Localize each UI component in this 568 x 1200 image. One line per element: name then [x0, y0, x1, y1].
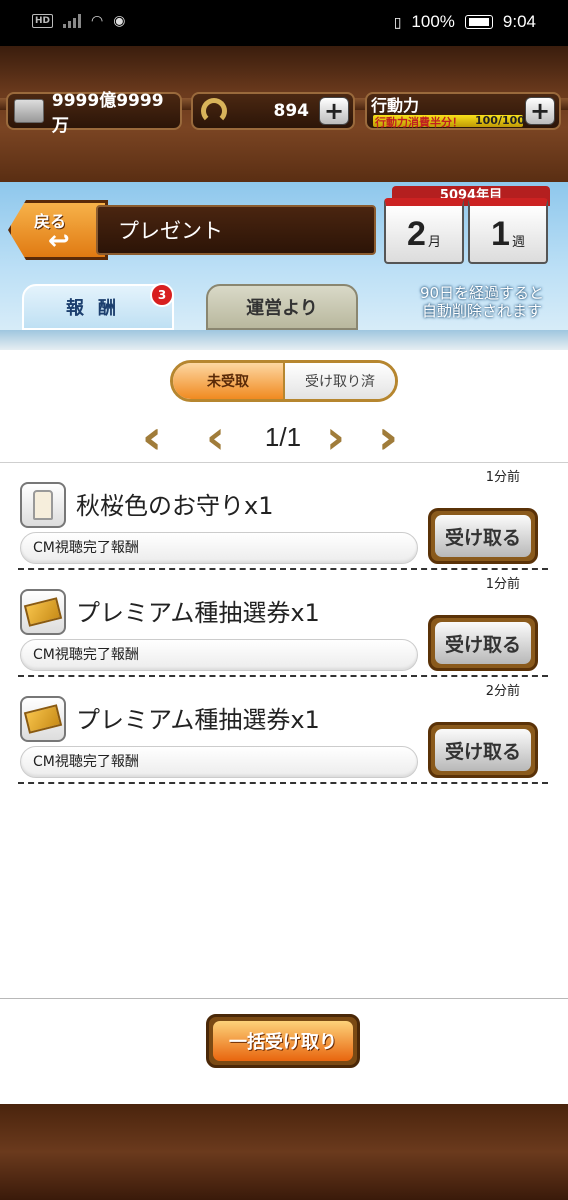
- receive-button-label: 受け取る: [435, 622, 531, 664]
- ticket-icon: [20, 696, 66, 742]
- ticket-icon: [20, 589, 66, 635]
- action-points-display: 行動力 行動力消費半分！ 100/100 +: [365, 92, 561, 130]
- tab-reward-label: 報酬: [66, 298, 130, 319]
- status-right: ▯ 100% 9:04: [394, 12, 536, 32]
- list-item: 1分前 秋桜色のお守りx1 CM視聴完了報酬 受け取る: [0, 464, 568, 570]
- pager: ‹‹ ‹ 1/1 › ››: [0, 414, 568, 460]
- battery-icon: [464, 15, 493, 29]
- ap-value: 100/100: [475, 114, 525, 127]
- last-page-icon[interactable]: ››: [378, 414, 397, 460]
- item-separator: [18, 782, 548, 784]
- receive-button[interactable]: 受け取る: [428, 508, 538, 564]
- clock: 9:04: [502, 12, 536, 31]
- wifi-icon: ◠: [91, 13, 104, 29]
- hd-icon: HD: [32, 14, 54, 28]
- money-value: 9999億9999万: [51, 91, 164, 136]
- auto-delete-note: 90日を経過すると 自動削除されます: [419, 284, 545, 320]
- calendar-week: 1 週: [468, 198, 548, 264]
- receive-button-label: 受け取る: [435, 729, 531, 771]
- horseshoe-value: 894: [273, 101, 310, 121]
- panel-edge: [0, 330, 568, 350]
- list-top-divider: [0, 462, 568, 463]
- item-name: プレミアム種抽選券x1: [76, 706, 320, 734]
- item-desc: CM視聴完了報酬: [20, 639, 418, 671]
- footer-divider: [0, 998, 568, 999]
- month-unit: 月: [427, 235, 441, 250]
- back-button[interactable]: 戻る ↩: [8, 200, 108, 260]
- week-unit: 週: [511, 235, 525, 250]
- month-value: 2: [407, 215, 426, 253]
- money-display: 9999億9999万: [6, 91, 182, 136]
- item-desc: CM視聴完了報酬: [20, 532, 418, 564]
- reward-count-badge: 3: [150, 283, 174, 307]
- list-item: 2分前 プレミアム種抽選券x1 CM視聴完了報酬 受け取る: [0, 678, 568, 784]
- vibrate-icon: ▯: [393, 13, 402, 30]
- add-ap-button[interactable]: +: [525, 97, 555, 125]
- item-separator: [18, 568, 548, 570]
- list-item: 1分前 プレミアム種抽選券x1 CM視聴完了報酬 受け取る: [0, 571, 568, 677]
- item-time: 1分前: [485, 577, 520, 592]
- item-name: プレミアム種抽選券x1: [76, 599, 320, 627]
- first-page-icon[interactable]: ‹‹: [142, 414, 161, 460]
- item-separator: [18, 675, 548, 677]
- status-bar: HD ◠ ◉ ▯ 100% 9:04: [0, 0, 568, 46]
- item-desc: CM視聴完了報酬: [20, 746, 418, 778]
- week-value: 1: [491, 215, 510, 253]
- tab-admin-label: 運営より: [246, 298, 318, 319]
- ap-note: 行動力消費半分！: [375, 116, 463, 129]
- receive-button-label: 受け取る: [435, 515, 531, 557]
- page-title-bar: プレゼント: [96, 205, 376, 255]
- receive-button[interactable]: 受け取る: [428, 722, 538, 778]
- receive-button[interactable]: 受け取る: [428, 615, 538, 671]
- prev-page-icon[interactable]: ‹: [206, 414, 225, 460]
- page-indicator: 1/1: [264, 422, 302, 452]
- eye-icon: ◉: [113, 13, 126, 29]
- horseshoe-icon: [201, 98, 227, 124]
- return-arrow-icon: ↩: [48, 226, 70, 256]
- receive-filter-toggle: 未受取 受け取り済: [170, 360, 398, 402]
- money-icon: [14, 99, 44, 123]
- bulk-receive-button[interactable]: 一括受け取り: [206, 1014, 360, 1068]
- battery-percent: 100%: [411, 12, 455, 31]
- signal-icon: [63, 14, 82, 28]
- horseshoe-display: 894 +: [191, 92, 355, 130]
- item-time: 2分前: [485, 684, 520, 699]
- wood-footer: [0, 1104, 568, 1200]
- filter-unreceived[interactable]: 未受取: [173, 363, 285, 399]
- item-time: 1分前: [485, 470, 520, 485]
- status-left: HD ◠ ◉: [32, 13, 125, 29]
- add-horseshoe-button[interactable]: +: [319, 97, 349, 125]
- next-page-icon[interactable]: ›: [326, 414, 345, 460]
- tab-admin[interactable]: 運営より: [206, 284, 358, 330]
- item-name: 秋桜色のお守りx1: [76, 492, 274, 520]
- page-title: プレゼント: [118, 219, 223, 243]
- omamori-icon: [20, 482, 66, 528]
- ap-label: 行動力: [371, 96, 420, 115]
- filter-received[interactable]: 受け取り済: [285, 363, 395, 399]
- bulk-receive-label: 一括受け取り: [213, 1021, 353, 1061]
- calendar-month: 2 月: [384, 198, 464, 264]
